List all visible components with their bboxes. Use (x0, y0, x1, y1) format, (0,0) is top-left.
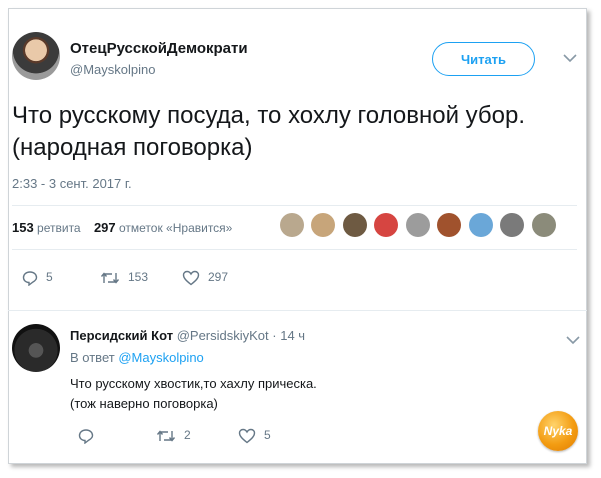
retweet-count[interactable]: 153 (12, 220, 34, 235)
reply-time[interactable]: · 14 ч (272, 328, 305, 343)
reply-text: Что русскому хвостик,то хахлу прическа. … (70, 374, 317, 414)
like-icon (182, 270, 200, 286)
author-name[interactable]: ОтецРусскойДемократи (70, 40, 248, 57)
retweet-icon (100, 272, 120, 284)
in-reply-to: В ответ @Mayskolpino (70, 350, 204, 365)
chevron-down-icon[interactable] (563, 50, 577, 66)
retweet-action[interactable]: 153 (100, 270, 148, 286)
like-label[interactable]: отметок «Нравится» (119, 221, 232, 235)
reply-author-name[interactable]: Персидский Кот (70, 328, 173, 343)
tweet-timestamp[interactable]: 2:33 - 3 сент. 2017 г. (12, 176, 132, 191)
liker-avatar[interactable] (280, 213, 304, 237)
follow-button[interactable]: Читать (432, 42, 535, 76)
reply-icon (78, 429, 94, 445)
author-avatar[interactable] (12, 32, 60, 80)
reply-action[interactable]: 5 (22, 270, 53, 287)
reply-text-line: (тож наверно поговорка) (70, 396, 218, 411)
like-icon (238, 428, 256, 444)
author-handle[interactable]: @Mayskolpino (70, 62, 155, 77)
like-action-count: 297 (208, 270, 229, 285)
reply-icon (22, 271, 38, 287)
tweet-text: Что русскому посуда, то хохлу головной у… (12, 102, 526, 161)
liker-avatar[interactable] (531, 213, 556, 237)
reply-like-action[interactable]: 5 (238, 428, 271, 444)
likers-avatars (280, 213, 559, 239)
reply-reply-action[interactable] (78, 428, 102, 445)
reply-retweet-count: 2 (184, 428, 191, 443)
reply-text-line: Что русскому хвостик,то хахлу прическа. (70, 376, 317, 391)
retweet-action-count: 153 (128, 270, 149, 285)
watermark-logo: Nyka (538, 411, 578, 451)
retweet-icon (156, 430, 176, 442)
liker-avatar[interactable] (468, 213, 493, 237)
liker-avatar[interactable] (437, 213, 462, 237)
chevron-down-icon[interactable] (566, 332, 580, 348)
reply-like-count: 5 (264, 428, 271, 443)
liker-avatar[interactable] (374, 213, 399, 237)
reply-header: Персидский Кот @PersidskiyKot · 14 ч (70, 328, 305, 343)
reply-retweet-action[interactable]: 2 (156, 428, 191, 444)
divider (8, 310, 587, 311)
reply-count: 5 (46, 270, 53, 285)
reply-author-avatar[interactable] (12, 324, 60, 372)
reply-author-handle[interactable]: @PersidskiyKot (177, 328, 269, 343)
like-count[interactable]: 297 (94, 220, 116, 235)
retweet-label[interactable]: ретвита (37, 221, 81, 235)
liker-avatar[interactable] (405, 213, 430, 237)
in-reply-handle-link[interactable]: @Mayskolpino (118, 350, 203, 365)
in-reply-prefix: В ответ (70, 350, 115, 365)
like-action[interactable]: 297 (182, 270, 228, 286)
liker-avatar[interactable] (311, 213, 336, 237)
liker-avatar[interactable] (500, 213, 525, 237)
tweet-stats: 153 ретвита 297 отметок «Нравится» (12, 220, 232, 235)
divider (12, 205, 577, 206)
divider (12, 249, 577, 250)
liker-avatar[interactable] (342, 213, 367, 237)
